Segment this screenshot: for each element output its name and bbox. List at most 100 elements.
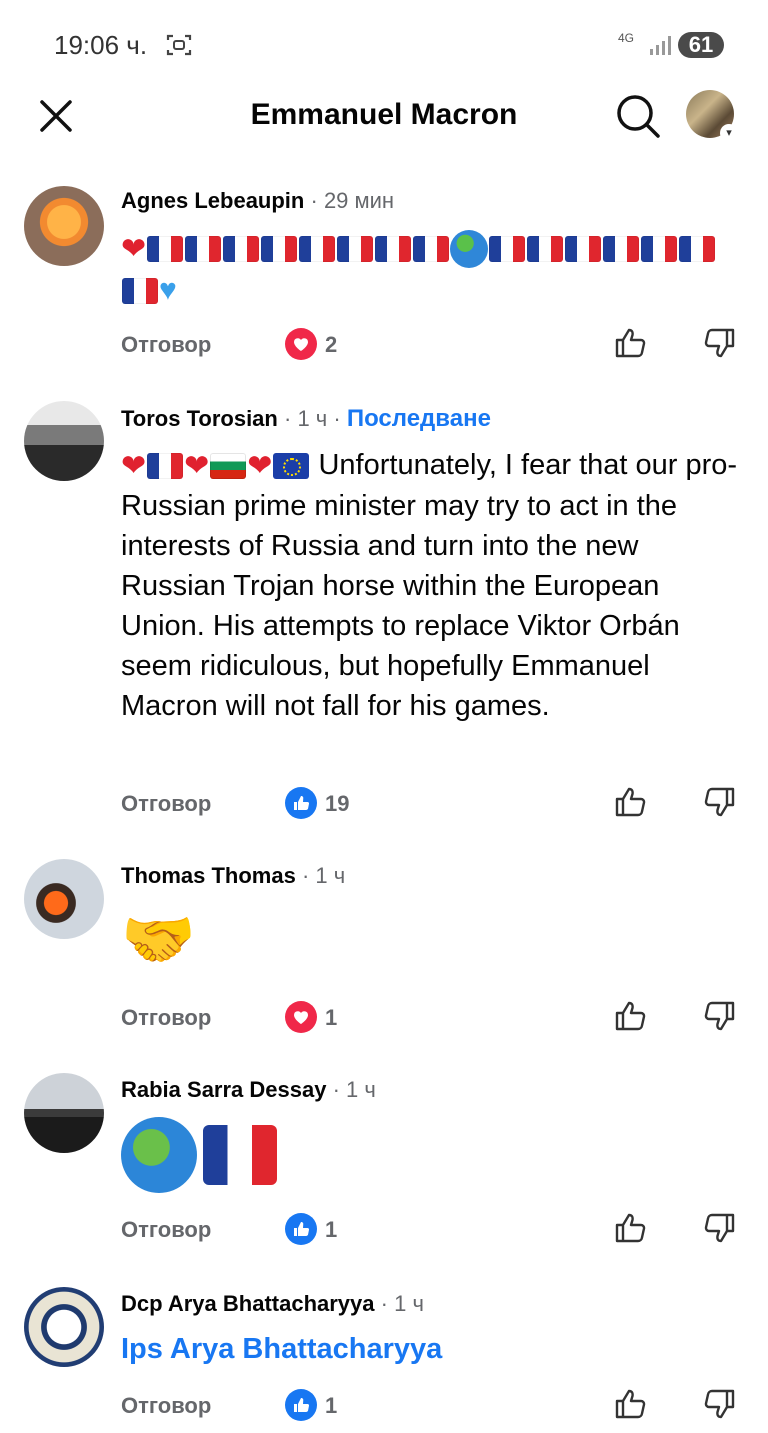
- heart-reaction-icon[interactable]: [285, 328, 317, 360]
- thumb-up-icon[interactable]: [613, 1211, 647, 1245]
- flag-france-emoji: [185, 236, 222, 263]
- search-icon[interactable]: [614, 92, 662, 140]
- flag-france-emoji: [679, 236, 716, 263]
- thumb-up-icon[interactable]: [613, 785, 647, 819]
- flag-france-emoji: [375, 236, 412, 263]
- comment-author[interactable]: Thomas Thomas: [121, 863, 296, 888]
- profile-menu-button[interactable]: ▾: [686, 90, 738, 142]
- flag-france-emoji: [203, 1125, 277, 1185]
- reaction-count[interactable]: 19: [325, 791, 349, 817]
- comment-author[interactable]: Agnes Lebeaupin: [121, 188, 304, 213]
- flag-france-emoji: [147, 236, 184, 263]
- thumb-down-icon[interactable]: [703, 326, 737, 360]
- comment-separator: ·: [301, 863, 316, 888]
- avatar[interactable]: [24, 859, 104, 939]
- blue-heart-emoji: ♥: [159, 273, 177, 307]
- flag-france-emoji: [565, 236, 602, 263]
- comment-header: Dcp Arya Bhattacharyya · 1 ч: [121, 1291, 424, 1317]
- globe-emoji: [450, 230, 489, 269]
- avatar[interactable]: [24, 1073, 104, 1153]
- heart-emoji: ❤: [247, 449, 273, 483]
- network-type: 4G: [618, 31, 635, 45]
- comment-separator: ·: [332, 1077, 347, 1102]
- reply-button[interactable]: Отговор: [121, 1217, 211, 1243]
- comment-actions: Отговор 19: [121, 785, 741, 825]
- comment-time[interactable]: 1 ч: [394, 1291, 424, 1316]
- comment-actions: Отговор 2: [121, 326, 741, 366]
- reply-button[interactable]: Отговор: [121, 1393, 211, 1419]
- globe-emoji: [121, 1117, 197, 1193]
- comment-body: 🤝: [121, 905, 741, 975]
- thumb-down-icon[interactable]: [703, 999, 737, 1033]
- reaction-count[interactable]: 1: [325, 1217, 337, 1243]
- avatar[interactable]: [24, 401, 104, 481]
- flag-france-emoji: [122, 277, 158, 304]
- heart-emoji: ❤: [121, 449, 147, 483]
- heart-emoji: ❤: [121, 232, 147, 266]
- flag-eu-emoji: [273, 453, 310, 480]
- status-time: 19:06 ч.: [54, 30, 148, 60]
- mention-link[interactable]: Ips Arya Bhattacharyya: [121, 1333, 442, 1365]
- comment-text: Unfortunately, I fear that our pro-Russi…: [121, 449, 738, 723]
- comment-separator: ·: [380, 1291, 395, 1316]
- flag-france-emoji: [147, 453, 184, 480]
- follow-button[interactable]: Последване: [347, 405, 491, 432]
- flag-france-emoji: [603, 236, 640, 263]
- comment-actions: Отговор 1: [121, 999, 741, 1039]
- flag-france-emoji: [413, 236, 450, 263]
- chevron-down-icon: ▾: [720, 124, 738, 142]
- comment-header: Thomas Thomas · 1 ч: [121, 863, 345, 889]
- avatar[interactable]: [24, 186, 104, 266]
- heart-reaction-icon[interactable]: [285, 1001, 317, 1033]
- comment-time[interactable]: 1 ч: [297, 406, 327, 431]
- flag-france-emoji: [641, 236, 678, 263]
- thumb-down-icon[interactable]: [703, 1387, 737, 1421]
- comment-body: [121, 1117, 741, 1193]
- comment-header: Rabia Sarra Dessay · 1 ч: [121, 1077, 376, 1103]
- thumb-down-icon[interactable]: [703, 1211, 737, 1245]
- like-reaction-icon[interactable]: [285, 1389, 317, 1421]
- comment-author[interactable]: Toros Torosian: [121, 406, 278, 431]
- comment-body: Ips Arya Bhattacharyya: [121, 1329, 741, 1369]
- avatar[interactable]: [24, 1287, 104, 1367]
- flag-france-emoji: [489, 236, 526, 263]
- comment-time[interactable]: 1 ч: [346, 1077, 376, 1102]
- comment-separator: ·: [283, 406, 298, 431]
- battery-indicator: 61: [678, 32, 724, 58]
- thumb-up-icon[interactable]: [613, 1387, 647, 1421]
- comment-time[interactable]: 1 ч: [315, 863, 345, 888]
- reply-button[interactable]: Отговор: [121, 1005, 211, 1031]
- comment-author[interactable]: Dcp Arya Bhattacharyya: [121, 1291, 375, 1316]
- flag-france-emoji: [337, 236, 374, 263]
- reaction-count[interactable]: 1: [325, 1005, 337, 1031]
- heart-emoji: ❤: [184, 449, 210, 483]
- reaction-count[interactable]: 1: [325, 1393, 337, 1419]
- reply-button[interactable]: Отговор: [121, 791, 211, 817]
- flag-france-emoji: [223, 236, 260, 263]
- status-bar: 19:06 ч. 4G 61: [0, 0, 768, 90]
- flag-france-emoji: [261, 236, 298, 263]
- flag-france-emoji: [299, 236, 336, 263]
- like-reaction-icon[interactable]: [285, 787, 317, 819]
- comment-separator: ·: [310, 188, 324, 213]
- screenshot-icon: [166, 34, 192, 56]
- thumb-up-icon[interactable]: [613, 999, 647, 1033]
- comment-header: Toros Torosian · 1 ч · Последване: [121, 405, 491, 433]
- comment-body: ❤ ♥: [121, 228, 741, 311]
- reaction-count[interactable]: 2: [325, 332, 337, 358]
- reply-button[interactable]: Отговор: [121, 332, 211, 358]
- comment-time[interactable]: 29 мин: [324, 188, 394, 213]
- like-reaction-icon[interactable]: [285, 1213, 317, 1245]
- flag-france-emoji: [527, 236, 564, 263]
- handshake-emoji: 🤝: [121, 905, 196, 975]
- header: Emmanuel Macron ▾: [0, 80, 768, 152]
- flag-bulgaria-emoji: [210, 453, 247, 480]
- comment-body: ❤ ❤ ❤ Unfortunately, I fear that our pro-R…: [121, 445, 741, 726]
- signal-icon: [650, 36, 671, 55]
- comment-actions: Отговор 1: [121, 1387, 741, 1427]
- thumb-down-icon[interactable]: [703, 785, 737, 819]
- comment-actions: Отговор 1: [121, 1211, 741, 1251]
- comment-author[interactable]: Rabia Sarra Dessay: [121, 1077, 326, 1102]
- comment-separator: ·: [333, 406, 347, 431]
- thumb-up-icon[interactable]: [613, 326, 647, 360]
